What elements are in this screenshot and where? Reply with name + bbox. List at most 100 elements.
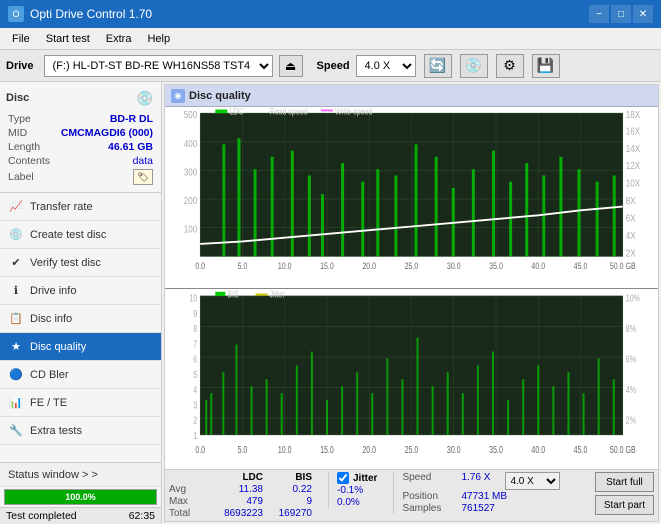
svg-text:15.0: 15.0 — [320, 443, 334, 454]
total-label: Total — [169, 508, 204, 519]
disc-label-row: Label 🏷 — [6, 168, 155, 186]
menu-file[interactable]: File — [4, 31, 38, 47]
sidebar-item-verify-test-disc[interactable]: ✔ Verify test disc — [0, 249, 161, 277]
ldc-col-header: LDC — [208, 472, 263, 483]
sidebar-item-extra-tests[interactable]: 🔧 Extra tests — [0, 417, 161, 445]
drivebar: Drive (F:) HL-DT-ST BD-RE WH16NS58 TST4 … — [0, 50, 661, 82]
sidebar-item-cd-bler[interactable]: 🔵 CD Bler — [0, 361, 161, 389]
menu-help[interactable]: Help — [139, 31, 178, 47]
disc-button[interactable]: 💿 — [460, 54, 488, 78]
svg-text:10.0: 10.0 — [278, 443, 292, 454]
cd-bler-label: CD Bler — [30, 369, 69, 381]
chart-top: 500 400 300 200 100 18X 16X 14X 12X 10X … — [165, 107, 658, 289]
drive-info-icon: ℹ — [8, 283, 24, 299]
chart-title: Disc quality — [189, 90, 251, 102]
app-title: Opti Drive Control 1.70 — [30, 7, 152, 21]
disc-info-label: Disc info — [30, 313, 72, 325]
chart-bottom: 10 9 8 7 6 5 4 3 2 1 10% 8% 6% — [165, 289, 658, 470]
speed-row: Speed 1.76 X 4.0 X — [402, 472, 560, 490]
sidebar-item-transfer-rate[interactable]: 📈 Transfer rate — [0, 193, 161, 221]
chart-panel: ◉ Disc quality — [164, 84, 659, 522]
sidebar-item-disc-info[interactable]: 📋 Disc info — [0, 305, 161, 333]
titlebar-left: O Opti Drive Control 1.70 — [8, 6, 152, 22]
svg-text:100: 100 — [184, 224, 197, 235]
disc-info-icon: 📋 — [8, 311, 24, 327]
svg-text:10X: 10X — [626, 178, 640, 189]
stats-columns: LDC BIS Avg 11.38 0.22 Max 479 9 Total — [169, 472, 312, 519]
avg-jitter: -0.1% — [337, 485, 363, 496]
jitter-checkbox[interactable] — [337, 472, 349, 484]
svg-text:2: 2 — [193, 414, 197, 425]
svg-text:5.0: 5.0 — [238, 443, 248, 454]
save-button[interactable]: 💾 — [532, 54, 560, 78]
status-right: 62:35 — [129, 510, 155, 522]
svg-text:3: 3 — [193, 399, 197, 410]
jitter-max-row: 0.0% — [337, 497, 377, 508]
eject-button[interactable]: ⏏ — [279, 55, 303, 77]
position-row: Position 47731 MB — [402, 491, 560, 502]
create-test-disc-label: Create test disc — [30, 229, 106, 241]
sidebar-item-drive-info[interactable]: ℹ Drive info — [0, 277, 161, 305]
start-full-button[interactable]: Start full — [595, 472, 654, 492]
verify-test-disc-icon: ✔ — [8, 255, 24, 271]
status-window-button[interactable]: Status window > > — [0, 463, 161, 487]
chart-top-svg: 500 400 300 200 100 18X 16X 14X 12X 10X … — [165, 107, 658, 288]
avg-ldc: 11.38 — [208, 484, 263, 495]
disc-contents-label: Contents — [8, 155, 50, 167]
sidebar-item-disc-quality[interactable]: ★ Disc quality — [0, 333, 161, 361]
bottom-status: Test completed 62:35 — [0, 507, 161, 524]
start-part-button[interactable]: Start part — [595, 495, 654, 515]
sidebar-item-create-test-disc[interactable]: 💿 Create test disc — [0, 221, 161, 249]
close-button[interactable]: ✕ — [633, 5, 653, 23]
samples-row: Samples 761527 — [402, 503, 560, 514]
svg-text:2X: 2X — [626, 248, 636, 259]
svg-text:5: 5 — [193, 368, 197, 379]
bis-col-header: BIS — [267, 472, 312, 483]
action-buttons: Start full Start part — [595, 472, 654, 515]
disc-icon: 💿 — [135, 88, 155, 108]
disc-mid-value: CMCMAGDI6 (000) — [61, 127, 153, 139]
speed-select[interactable]: 4.0 X — [356, 55, 416, 77]
label-icon[interactable]: 🏷 — [133, 169, 153, 185]
status-window-label: Status window > > — [8, 469, 98, 481]
jitter-col-header: Jitter — [353, 473, 377, 484]
svg-text:8X: 8X — [626, 195, 636, 206]
fe-te-label: FE / TE — [30, 397, 67, 409]
svg-text:LDC: LDC — [229, 107, 243, 117]
svg-text:30.0: 30.0 — [447, 443, 461, 454]
max-bis: 9 — [267, 496, 312, 507]
cd-bler-icon: 🔵 — [8, 367, 24, 383]
svg-text:1: 1 — [193, 429, 197, 440]
svg-text:0.0: 0.0 — [195, 261, 205, 271]
svg-text:25.0: 25.0 — [405, 261, 419, 271]
menu-start-test[interactable]: Start test — [38, 31, 98, 47]
sidebar-item-fe-te[interactable]: 📊 FE / TE — [0, 389, 161, 417]
speed-value: 1.76 X — [461, 472, 501, 490]
sidebar: Disc 💿 Type BD-R DL MID CMCMAGDI6 (000) … — [0, 82, 162, 524]
chart-header-icon: ◉ — [171, 89, 185, 103]
speed-position-section: Speed 1.76 X 4.0 X Position 47731 MB Sam… — [393, 472, 560, 514]
disc-header: Disc 💿 — [6, 88, 155, 108]
nav-items: 📈 Transfer rate 💿 Create test disc ✔ Ver… — [0, 193, 161, 462]
position-value: 47731 MB — [461, 491, 507, 502]
svg-text:14X: 14X — [626, 143, 640, 154]
transfer-rate-icon: 📈 — [8, 199, 24, 215]
config-button[interactable]: ⚙ — [496, 54, 524, 78]
svg-text:25.0: 25.0 — [405, 443, 419, 454]
drive-select[interactable]: (F:) HL-DT-ST BD-RE WH16NS58 TST4 — [44, 55, 273, 77]
svg-text:35.0: 35.0 — [489, 261, 503, 271]
chart-bottom-svg: 10 9 8 7 6 5 4 3 2 1 10% 8% 6% — [165, 289, 658, 470]
minimize-button[interactable]: − — [589, 5, 609, 23]
progress-label: 100.0% — [65, 492, 96, 502]
window-controls: − □ ✕ — [589, 5, 653, 23]
svg-text:500: 500 — [184, 109, 197, 120]
menu-extra[interactable]: Extra — [98, 31, 140, 47]
svg-text:9: 9 — [193, 307, 197, 318]
refresh-button[interactable]: 🔄 — [424, 54, 452, 78]
svg-text:7: 7 — [193, 338, 197, 349]
svg-text:6: 6 — [193, 353, 197, 364]
maximize-button[interactable]: □ — [611, 5, 631, 23]
svg-text:10: 10 — [189, 292, 197, 303]
svg-text:45.0: 45.0 — [574, 261, 588, 271]
speed-select[interactable]: 4.0 X — [505, 472, 560, 490]
